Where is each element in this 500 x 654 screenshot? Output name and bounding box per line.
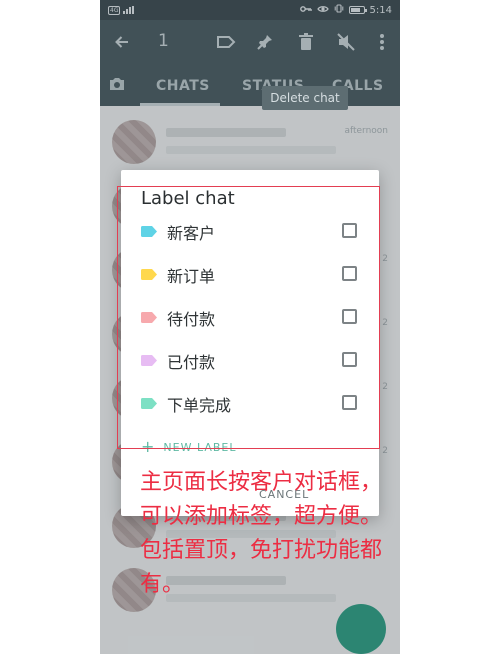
caption-line: 包括置顶，免打扰功能都有。 — [140, 538, 383, 597]
delete-chat-tooltip: Delete chat — [262, 86, 348, 110]
page: 4G 5:14 1 CHATS CALLS Delete chat aftern… — [0, 0, 500, 654]
annotation-caption: 主页面长按客户对话框，可以添加标签，超方便。 包括置顶，免打扰功能都有。 — [140, 466, 390, 602]
caption-line: 主页面长按客户对话框，可以添加标签，超方便。 — [140, 470, 383, 529]
annotation-frame — [117, 186, 380, 449]
